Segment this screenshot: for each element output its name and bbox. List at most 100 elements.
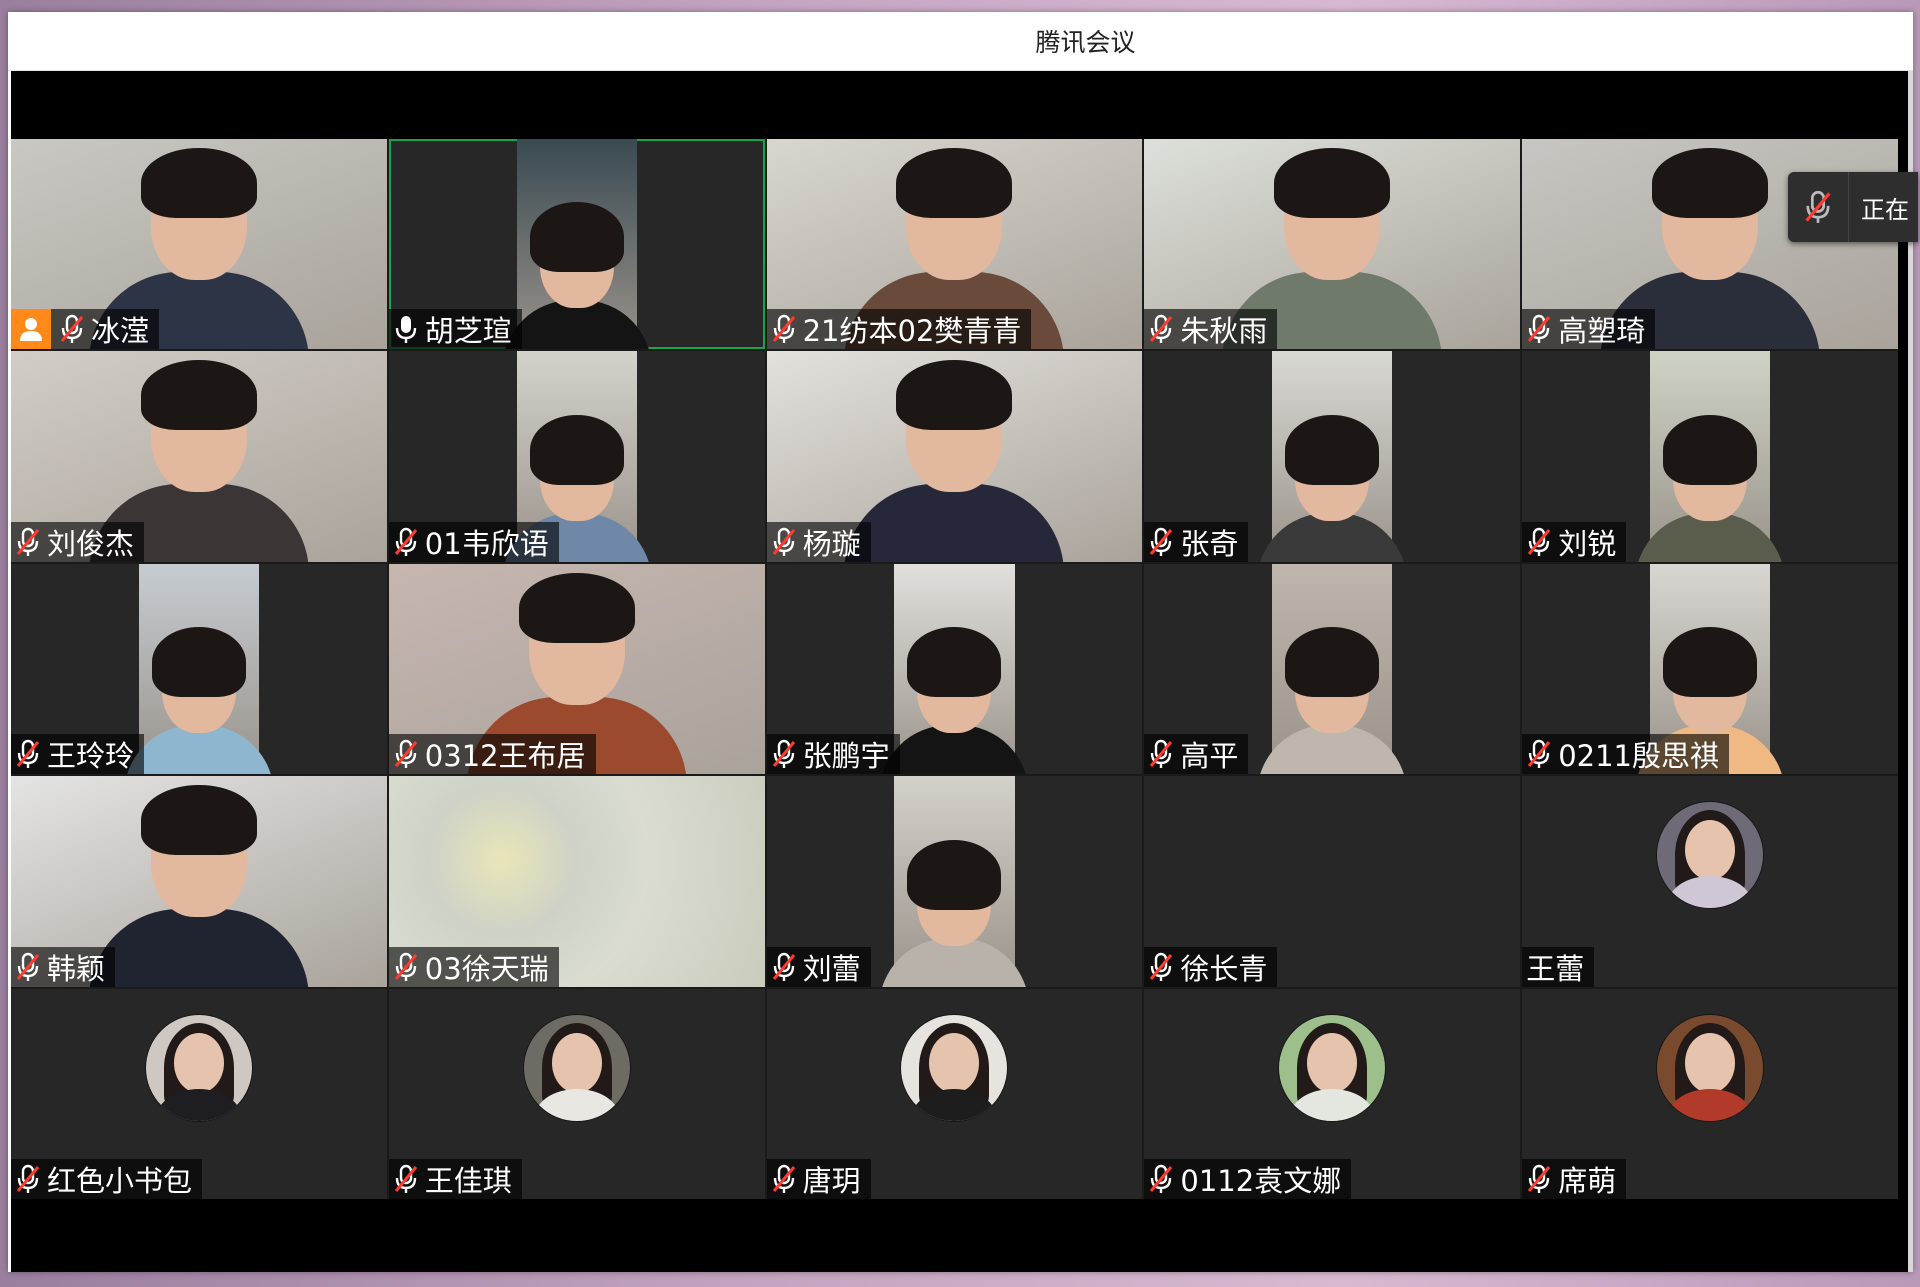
participant-name: 胡芝瑄 — [424, 314, 512, 349]
participant-tile[interactable]: 高塑琦 — [1522, 139, 1898, 350]
mic-muted-icon — [1526, 527, 1558, 557]
participant-tile[interactable]: 03徐天瑞 — [388, 776, 765, 987]
participant-tile[interactable]: 0312王布居 — [388, 563, 765, 775]
mic-muted-icon — [393, 527, 425, 557]
avatar — [1657, 802, 1764, 909]
video-feed — [879, 776, 1030, 987]
participant-tile[interactable]: 王佳琪 — [388, 988, 765, 1199]
participant-tile[interactable]: 0211殷思祺 — [1522, 563, 1898, 775]
mic-icon — [393, 314, 425, 344]
participant-tile[interactable]: 刘俊杰 — [11, 351, 387, 562]
video-stage: 冰滢 胡芝瑄 21纺本02樊青青 朱秋雨 高塑琦刘俊杰 01韦欣语 杨璇 张奇 刘锐王玲玲 031… — [11, 71, 1918, 1272]
participant-tile[interactable]: 杨璇 — [766, 351, 1143, 562]
participant-name: 0211殷思祺 — [1558, 739, 1719, 774]
participant-name: 朱秋雨 — [1180, 314, 1268, 349]
participant-tile[interactable]: 唐玥 — [766, 988, 1143, 1199]
mic-muted-icon — [771, 952, 803, 982]
participant-tile[interactable]: 胡芝瑄 — [388, 139, 765, 350]
mic-muted-icon — [393, 952, 425, 982]
participant-name-tag: 01韦欣语 — [388, 521, 559, 562]
participant-name: 王玲玲 — [47, 739, 135, 774]
participant-name-tag: 0211殷思祺 — [1522, 734, 1729, 775]
video-feed — [1257, 351, 1408, 562]
participant-tile[interactable]: 徐长青 — [1144, 776, 1521, 987]
participant-name-tag: 徐长青 — [1144, 946, 1278, 987]
speaking-toast[interactable]: 正在 — [1788, 172, 1918, 242]
participant-name: 张奇 — [1180, 526, 1239, 561]
participant-name: 03徐天瑞 — [424, 951, 549, 986]
participant-tile[interactable]: 21纺本02樊青青 — [766, 139, 1143, 350]
person-silhouette — [123, 627, 274, 775]
participant-tile[interactable]: 高平 — [1144, 563, 1521, 775]
avatar — [145, 1014, 252, 1121]
mic-muted-icon — [15, 1164, 47, 1194]
participant-name-tag: 张鹏宇 — [766, 734, 900, 775]
mic-muted-icon — [1148, 952, 1180, 982]
participant-name: 红色小书包 — [47, 1163, 193, 1198]
person-silhouette — [88, 785, 309, 987]
title-bar[interactable]: 腾讯会议 — [8, 12, 1913, 71]
video-feed — [879, 563, 1030, 775]
participant-tile[interactable]: 刘蕾 — [766, 776, 1143, 987]
participant-name: 王佳琪 — [424, 1163, 512, 1198]
person-silhouette — [1257, 627, 1408, 775]
mic-muted-icon — [1526, 1164, 1558, 1194]
person-silhouette — [879, 627, 1030, 775]
host-icon — [11, 309, 51, 350]
participant-tile[interactable]: 0112袁文娜 — [1144, 988, 1521, 1199]
mic-muted-icon — [393, 739, 425, 769]
participant-name-tag: 红色小书包 — [11, 1158, 203, 1199]
participant-grid: 冰滢 胡芝瑄 21纺本02樊青青 朱秋雨 高塑琦刘俊杰 01韦欣语 杨璇 张奇 刘锐王玲玲 031… — [11, 139, 1898, 1199]
participant-tile[interactable]: 冰滢 — [11, 139, 387, 350]
participant-name-tag: 21纺本02樊青青 — [766, 309, 1032, 350]
participant-name: 0112袁文娜 — [1180, 1163, 1342, 1198]
toast-text: 正在 — [1861, 195, 1909, 224]
participant-name-tag: 刘俊杰 — [11, 521, 145, 562]
participant-name: 杨璇 — [802, 526, 861, 561]
scrollbar[interactable] — [1908, 71, 1913, 1272]
participant-name: 冰滢 — [91, 314, 150, 349]
participant-name: 王蕾 — [1526, 951, 1585, 986]
participant-tile[interactable]: 01韦欣语 — [388, 351, 765, 562]
participant-name-tag: 杨璇 — [766, 521, 871, 562]
participant-tile[interactable]: 王玲玲 — [11, 563, 387, 775]
participant-name: 韩颖 — [47, 951, 106, 986]
participant-tile[interactable]: 朱秋雨 — [1144, 139, 1521, 350]
person-silhouette — [1257, 414, 1408, 562]
participant-name-tag: 刘蕾 — [766, 946, 871, 987]
participant-name: 唐玥 — [802, 1163, 861, 1198]
participant-name-tag: 朱秋雨 — [1144, 309, 1278, 350]
participant-name: 刘蕾 — [802, 951, 861, 986]
avatar — [1657, 1014, 1764, 1121]
participant-name-tag: 刘锐 — [1522, 521, 1627, 562]
mic-muted-icon — [771, 314, 803, 344]
participant-name-tag: 席萌 — [1522, 1158, 1627, 1199]
participant-tile[interactable]: 王蕾 — [1522, 776, 1898, 987]
participant-name-tag: 张奇 — [1144, 521, 1249, 562]
mic-muted-icon — [15, 952, 47, 982]
participant-tile[interactable]: 刘锐 — [1522, 351, 1898, 562]
participant-name: 徐长青 — [1180, 951, 1268, 986]
video-feed — [1635, 351, 1786, 562]
participant-name: 01韦欣语 — [424, 526, 549, 561]
participant-tile[interactable]: 红色小书包 — [11, 988, 387, 1199]
participant-tile[interactable]: 席萌 — [1522, 988, 1898, 1199]
avatar — [523, 1014, 630, 1121]
window-title: 腾讯会议 — [1035, 28, 1136, 57]
participant-name: 张鹏宇 — [802, 739, 890, 774]
mic-muted-icon — [771, 1164, 803, 1194]
participant-name-tag: 唐玥 — [766, 1158, 871, 1199]
person-silhouette — [1635, 414, 1786, 562]
mic-muted-icon — [1148, 739, 1180, 769]
person-silhouette — [844, 360, 1065, 562]
participant-name-tag: 韩颖 — [11, 946, 116, 987]
mic-muted-icon — [15, 739, 47, 769]
mic-muted-icon — [1526, 314, 1558, 344]
participant-tile[interactable]: 张奇 — [1144, 351, 1521, 562]
participant-name-tag: 胡芝瑄 — [388, 309, 522, 350]
participant-name: 席萌 — [1558, 1163, 1617, 1198]
mic-muted-icon — [1526, 739, 1558, 769]
participant-tile[interactable]: 韩颖 — [11, 776, 387, 987]
participant-tile[interactable]: 张鹏宇 — [766, 563, 1143, 775]
mic-muted-icon — [771, 739, 803, 769]
